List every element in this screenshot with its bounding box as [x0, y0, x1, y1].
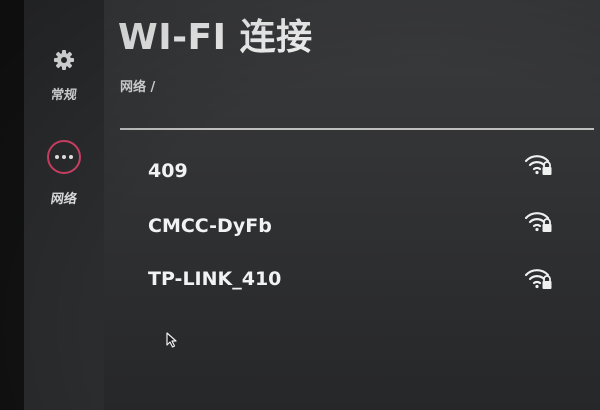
network-ssid: 409 — [148, 160, 188, 182]
sidebar-item-label: 网络 — [49, 192, 78, 207]
breadcrumb[interactable]: 网络 / — [120, 76, 155, 95]
sidebar-item-label: 常规 — [49, 88, 78, 103]
wifi-lock-icon — [524, 152, 552, 178]
wifi-lock-icon — [524, 266, 552, 292]
sidebar-item-network[interactable]: 网络 — [24, 140, 104, 207]
network-ssid: CMCC-DyFb — [148, 215, 272, 237]
network-list-item[interactable]: TP-LINK_410 — [148, 260, 558, 300]
more-dots-icon — [47, 140, 81, 174]
settings-sidebar: 常规 网络 — [24, 0, 104, 410]
sidebar-item-general[interactable]: 常规 — [24, 48, 104, 103]
screen-bezel — [0, 0, 24, 410]
divider — [120, 128, 594, 130]
gear-icon — [52, 48, 76, 72]
tv-screen: 常规 网络 WI-FI 连接 网络 / 409 CMCC-DyFb TP-LIN… — [0, 0, 600, 410]
wifi-lock-icon — [524, 209, 552, 235]
network-ssid: TP-LINK_410 — [148, 268, 282, 290]
mouse-pointer-icon — [166, 332, 178, 348]
page-title: WI-FI 连接 — [118, 17, 313, 58]
main-panel: WI-FI 连接 网络 / 409 CMCC-DyFb TP-LINK_410 — [104, 0, 600, 410]
network-list-item[interactable]: CMCC-DyFb — [148, 207, 558, 247]
network-list-item[interactable]: 409 — [148, 152, 558, 192]
